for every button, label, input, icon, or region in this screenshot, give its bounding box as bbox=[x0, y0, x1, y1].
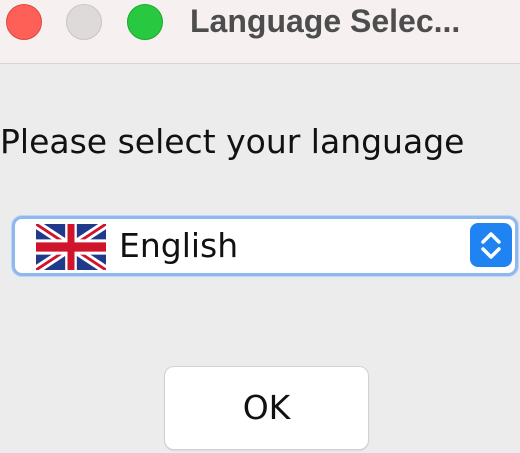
title-bar: Language Selec... bbox=[0, 0, 520, 64]
language-select[interactable]: English bbox=[12, 216, 518, 276]
window-title: Language Selec... bbox=[190, 3, 461, 39]
minimize-button[interactable] bbox=[66, 4, 102, 40]
up-down-chevron-icon bbox=[481, 232, 501, 259]
select-stepper[interactable] bbox=[470, 223, 512, 267]
selected-language: English bbox=[119, 226, 239, 265]
language-prompt: Please select your language bbox=[0, 122, 465, 161]
zoom-button[interactable] bbox=[127, 4, 163, 40]
language-selection-window: Language Selec... Please select your lan… bbox=[0, 0, 520, 453]
close-button[interactable] bbox=[6, 4, 42, 40]
ok-button[interactable]: OK bbox=[164, 366, 369, 450]
uk-flag-icon bbox=[36, 224, 106, 270]
